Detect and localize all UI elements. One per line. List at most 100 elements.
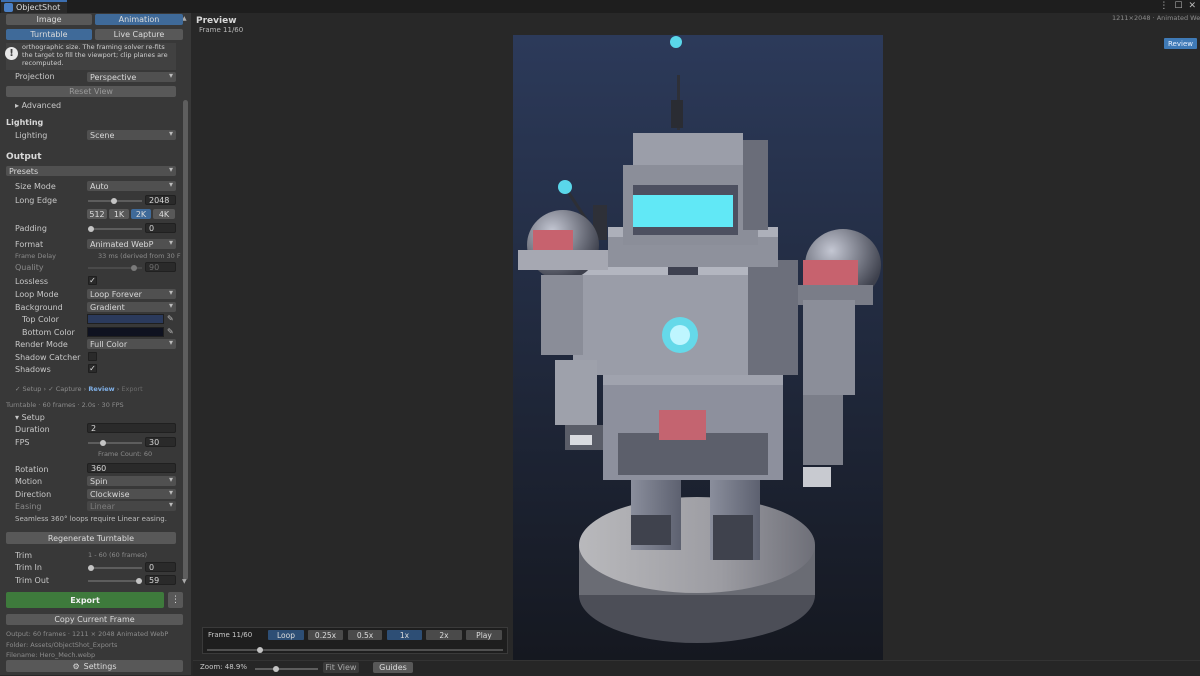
speed-025x-button[interactable]: 0.25x [308,630,343,640]
turntable-summary: Turntable · 60 frames · 2.0s · 30 FPS [6,401,124,409]
window-menu-icon[interactable]: ⋮ [1159,1,1168,11]
bottom-color-label: Bottom Color [22,328,75,337]
rotation-field[interactable]: 360 [87,463,176,473]
settings-button[interactable]: ⚙ Settings [6,660,183,672]
folder-summary: Folder: Assets/ObjectShot_Exports [6,641,118,649]
scroll-down-icon[interactable]: ▼ [182,578,187,585]
loop-mode-dropdown[interactable]: Loop Forever [87,288,176,299]
maximize-icon[interactable]: ☐ [1174,1,1182,11]
shadow-catcher-checkbox[interactable] [88,352,97,361]
zoom-slider[interactable] [255,668,318,670]
speed-1x-button[interactable]: 1x [387,630,422,640]
shadow-catcher-label: Shadow Catcher [15,353,81,362]
speed-05x-button[interactable]: 0.5x [348,630,382,640]
output-summary: Output: 60 frames · 1211 × 2048 Animated… [6,630,169,638]
guides-button[interactable]: Guides [373,662,413,673]
window-tab-label: ObjectShot [16,3,61,12]
preview-title: Preview [196,16,237,26]
tab-animation[interactable]: Animation [95,14,183,25]
padding-field[interactable]: 0 [145,223,176,233]
trim-in-slider[interactable] [88,567,142,569]
play-button[interactable]: Play [466,630,502,640]
panel-scrollbar[interactable] [183,100,188,580]
robot-render-image [518,36,881,643]
format-dropdown[interactable]: Animated WebP [87,238,176,249]
frame-count: Frame Count: 60 [98,450,153,458]
export-options-icon[interactable]: ⋮ [168,592,183,608]
top-color-swatch[interactable] [87,314,164,324]
trim-out-slider[interactable] [88,580,142,582]
quality-field: 90 [145,262,176,272]
projection-label: Projection [15,72,55,81]
duration-field[interactable]: 2 [87,423,176,433]
loop-button[interactable]: Loop [268,630,304,640]
speed-2x-button[interactable]: 2x [426,630,462,640]
step-capture[interactable]: ✓ Capture [48,385,81,393]
setup-foldout[interactable]: ▾ Setup [15,413,45,422]
window-titlebar: ObjectShot ⋮ ☐ ✕ [0,0,1200,13]
tab-image[interactable]: Image [6,14,92,25]
close-icon[interactable]: ✕ [1188,1,1196,11]
size-mode-dropdown[interactable]: Auto [87,180,176,191]
trim-range: 1 - 60 (60 frames) [88,551,148,559]
long-edge-preset-2k[interactable]: 2K [131,209,151,219]
step-export[interactable]: Export [121,385,142,393]
window-tab[interactable]: ObjectShot [1,0,67,13]
lighting-dropdown[interactable]: Scene [87,129,176,140]
background-dropdown[interactable]: Gradient [87,301,176,312]
long-edge-preset-1k[interactable]: 1K [109,209,129,219]
lighting-header: Lighting [6,118,44,127]
tab-live-capture[interactable]: Live Capture [95,29,183,40]
padding-label: Padding [15,224,47,233]
long-edge-preset-4k[interactable]: 4K [153,209,175,219]
playback-scrubber-knob[interactable] [257,647,263,653]
trim-in-field[interactable]: 0 [145,562,176,572]
easing-note: Seamless 360° loops require Linear easin… [15,515,167,523]
advanced-foldout[interactable]: ▸ Advanced [15,101,61,110]
bottom-color-swatch[interactable] [87,327,164,337]
playback-frame-label: Frame 11/60 [208,631,253,639]
render-mode-dropdown[interactable]: Full Color [87,338,176,349]
trim-in-label: Trim In [15,563,42,572]
preview-dimensions: 1211×2048 · Animated WebP [1112,14,1200,22]
fps-label: FPS [15,438,30,447]
fit-view-button[interactable]: Fit View [323,662,359,673]
step-setup[interactable]: ✓ Setup [15,385,41,393]
fps-slider-knob[interactable] [100,440,106,446]
shadows-checkbox[interactable]: ✓ [88,364,97,373]
projection-dropdown[interactable]: Perspective [87,71,176,82]
eyedropper-icon[interactable]: ✎ [167,314,174,323]
tab-turntable[interactable]: Turntable [6,29,92,40]
trim-in-slider-knob[interactable] [88,565,94,571]
fps-slider[interactable] [88,442,142,444]
presets-dropdown[interactable]: Presets [6,165,176,176]
trim-out-label: Trim Out [15,576,50,585]
easing-label: Easing [15,502,42,511]
long-edge-field[interactable]: 2048 [145,195,176,205]
shadows-label: Shadows [15,365,51,374]
playback-scrubber[interactable] [207,649,503,651]
window-controls: ⋮ ☐ ✕ [1159,1,1196,11]
fps-field[interactable]: 30 [145,437,176,447]
workflow-breadcrumb: ✓ Setup › ✓ Capture › Review › Export [15,385,143,393]
reset-view-button[interactable]: Reset View [6,86,176,97]
lossless-checkbox[interactable]: ✓ [88,276,97,285]
export-button[interactable]: Export [6,592,164,608]
trim-out-field[interactable]: 59 [145,575,176,585]
zoom-slider-knob[interactable] [273,666,279,672]
step-review[interactable]: Review [88,385,114,393]
trim-out-slider-knob[interactable] [136,578,142,584]
long-edge-preset-512[interactable]: 512 [87,209,107,219]
long-edge-label: Long Edge [15,196,58,205]
copy-current-frame-button[interactable]: Copy Current Frame [6,614,183,625]
padding-slider-knob[interactable] [88,226,94,232]
padding-slider[interactable] [88,228,142,230]
gear-icon: ⚙ [72,661,80,671]
frame-delay-value: 33 ms (derived from 30 F [98,252,181,260]
motion-dropdown[interactable]: Spin [87,475,176,486]
direction-dropdown[interactable]: Clockwise [87,488,176,499]
eyedropper-icon[interactable]: ✎ [167,327,174,336]
regenerate-turntable-button[interactable]: Regenerate Turntable [6,532,176,544]
review-button[interactable]: Review [1164,38,1197,49]
long-edge-slider-knob[interactable] [111,198,117,204]
